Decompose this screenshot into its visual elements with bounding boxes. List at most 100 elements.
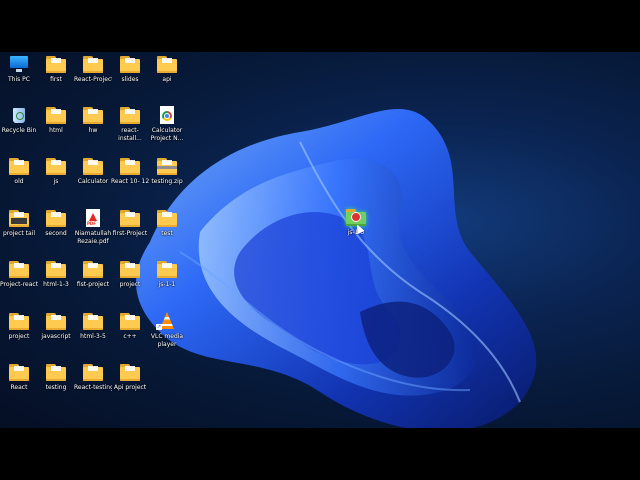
desktop-icon-niamatullah-rezaie-pdf[interactable]: PDF Niamatullah Rezaie.pdf [74,209,112,245]
desktop-icon-this-pc[interactable]: This PC [0,55,38,84]
desktop-icon-label: javascript [41,333,71,340]
desktop-icon-js[interactable]: js [37,157,75,186]
desktop-icon-old[interactable]: old [0,157,38,186]
desktop-icon-html[interactable]: html [37,106,75,135]
desktop-icon-html-3-5[interactable]: html-3-5 [74,312,112,341]
folder-icon [119,106,141,124]
desktop-icon-calculator-project-n[interactable]: Calculator Project N... [148,106,186,142]
folder-icon [45,55,67,73]
desktop-icon-testing-zip[interactable]: testing.zip [148,157,186,186]
desktop-icon-project-react[interactable]: Project-react [0,260,38,289]
desktop-icon-second[interactable]: second [37,209,75,238]
desktop-icon-project-tail[interactable]: project tail [0,209,38,238]
desktop-icon-js-1-1[interactable]: js-1-1 [148,260,186,289]
desktop-icon-label: react-install... [118,127,142,142]
desktop-icon-label: testing.zip [151,178,183,185]
desktop-icon-label: Calculator [77,178,109,185]
desktop-icon-label: first [50,76,62,83]
desktop-icon-label: React 10- 12 [111,178,149,185]
desktop-icon-test[interactable]: test [148,209,186,238]
desktop-icon-label: html-1-3 [43,281,69,288]
folder-icon [8,209,30,227]
desktop-icon-react-project[interactable]: React-Project [74,55,112,84]
folder-icon [156,209,178,227]
desktop-icon-react-10-12[interactable]: React 10- 12 [111,157,149,186]
desktop-icon-react-install[interactable]: react-install... [111,106,149,142]
desktop-icon-label: Recycle Bin [1,127,37,134]
desktop-icon-label: Niamatullah Rezaie.pdf [74,230,112,245]
folder-icon [82,55,104,73]
desktop-icon-label: VLC media player [150,333,184,348]
desktop-icon-api-project[interactable]: Api project [111,363,149,392]
folder-icon [345,208,367,226]
folder-icon [82,363,104,381]
folder-icon [8,363,30,381]
desktop-icon-slides[interactable]: slides [111,55,149,84]
desktop-icon-api[interactable]: api [148,55,186,84]
pdf-icon: PDF [82,209,104,227]
desktop-icon-react-testing[interactable]: React-testing [74,363,112,392]
folder-icon [119,209,141,227]
folder-icon [119,260,141,278]
folder-icon [8,260,30,278]
desktop-icon-first-project[interactable]: first-Project [111,209,149,238]
folder-icon [45,157,67,175]
letterbox-bottom [0,428,640,480]
desktop-icon-recycle-bin[interactable]: Recycle Bin [0,106,38,135]
desktop-icon-label: c++ [123,333,137,340]
folder-icon [119,157,141,175]
desktop-icon-testing[interactable]: testing [37,363,75,392]
desktop-icon-label: old [14,178,24,185]
folder-icon [45,312,67,330]
desktop-icon-label: This PC [8,76,30,83]
desktop-icon-label: first-Project [112,230,148,237]
folder-icon [82,260,104,278]
desktop-icon-label: html [49,127,63,134]
desktop-icon-first[interactable]: first [37,55,75,84]
folder-icon [45,260,67,278]
chrome-document-icon [156,106,178,124]
desktop-icon-project[interactable]: project [111,260,149,289]
folder-icon [82,157,104,175]
folder-icon [119,55,141,73]
folder-icon [82,312,104,330]
desktop-icon-label: html-3-5 [80,333,106,340]
folder-icon [119,363,141,381]
desktop-icon-label: Project-react [0,281,38,288]
folder-icon [45,106,67,124]
desktop-icon-label: React-Project [74,76,112,83]
vlc-cone-icon: ↗ [156,312,178,330]
desktop-icon-label: api [162,76,172,83]
desktop-icon-javascript[interactable]: javascript [37,312,75,341]
recycle-bin-icon [8,106,30,124]
computer-icon [8,55,30,73]
desktop-icon-label: hw [88,127,98,134]
desktop-icon-fist-project[interactable]: fist-project [74,260,112,289]
desktop[interactable]: This PC first React-Project slides api Recycl… [0,52,640,428]
desktop-icon-react[interactable]: React [0,363,38,392]
desktop-icon-label: project [119,281,141,288]
desktop-icon-label: fist-project [76,281,110,288]
desktop-icon-label: Calculator Project N... [150,127,184,142]
folder-icon [119,312,141,330]
desktop-icon-c[interactable]: c++ [111,312,149,341]
desktop-icon-label: Api project [113,384,147,391]
desktop-icon-label: project [8,333,30,340]
desktop-icon-project[interactable]: project [0,312,38,341]
letterbox-top [0,0,640,52]
folder-icon [156,55,178,73]
desktop-icon-label: testing [45,384,67,391]
desktop-icon-vlc-media-player[interactable]: ↗ VLC media player [148,312,186,348]
folder-icon [8,157,30,175]
desktop-icon-html-1-3[interactable]: html-1-3 [37,260,75,289]
folder-icon [82,106,104,124]
desktop-icon-calculator[interactable]: Calculator [74,157,112,186]
folder-icon [45,209,67,227]
folder-icon [156,260,178,278]
desktop-icon-label: js [53,178,59,185]
desktop-icon-label: js-1-1 [158,281,176,288]
desktop-icon-hw[interactable]: hw [74,106,112,135]
desktop-icon-label: project tail [2,230,36,237]
desktop-icon-label: React-testing [74,384,112,391]
desktop-icon-label: second [45,230,67,237]
